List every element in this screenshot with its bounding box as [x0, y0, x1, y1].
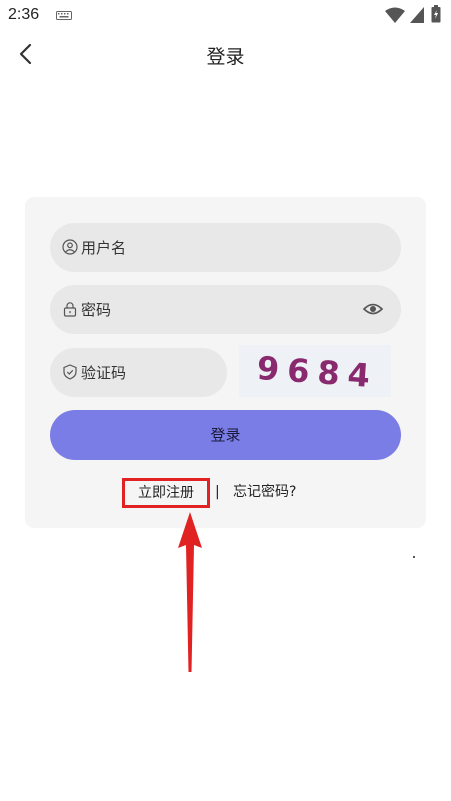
forgot-password-link[interactable]: 忘记密码?	[233, 480, 296, 504]
links-row: 立即注册 | 忘记密码?	[25, 476, 426, 508]
username-field	[50, 223, 401, 272]
username-input[interactable]	[81, 223, 381, 272]
page-title: 登录	[206, 46, 245, 68]
wifi-icon	[385, 7, 405, 23]
register-link[interactable]: 立即注册	[122, 478, 210, 508]
captcha-image[interactable]: 9684	[239, 345, 391, 397]
decorative-dot	[413, 556, 415, 558]
lock-icon	[63, 302, 77, 317]
link-separator: |	[215, 484, 220, 500]
status-time: 2:36	[8, 6, 40, 23]
keyboard-icon	[56, 11, 72, 20]
eye-icon[interactable]	[363, 301, 383, 317]
battery-icon	[431, 5, 441, 23]
captcha-field	[50, 348, 227, 397]
annotation-arrow	[178, 512, 202, 672]
login-card: 9684 登录 立即注册 | 忘记密码?	[25, 197, 426, 528]
status-bar: 2:36	[0, 0, 451, 32]
password-field	[50, 285, 401, 334]
captcha-input[interactable]	[81, 348, 211, 397]
login-button[interactable]: 登录	[50, 410, 401, 460]
user-icon	[62, 239, 78, 255]
password-input[interactable]	[81, 285, 341, 334]
signal-icon	[410, 7, 424, 23]
shield-icon	[63, 364, 77, 380]
header: 登录	[0, 34, 451, 74]
